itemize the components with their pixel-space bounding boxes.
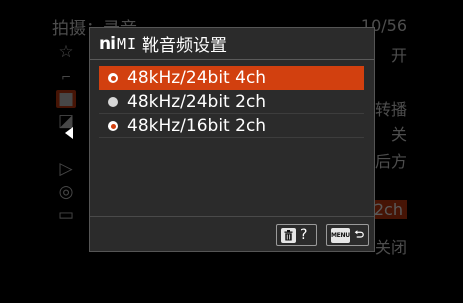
star-icon: ☆ [58,42,74,62]
bg-value-1: 开 [390,46,407,65]
radio-current-icon [108,121,118,131]
footer-divider [90,216,374,217]
radio-unchecked-icon [108,97,118,107]
option-label: 48kHz/16bit 2ch [127,115,267,136]
help-label: ? [300,227,308,243]
option-48khz-16bit-2ch[interactable]: 48kHz/16bit 2ch [99,114,364,138]
option-list: 48kHz/24bit 4ch 48kHz/24bit 2ch 48kHz/16… [99,66,364,138]
back-arrow-icon [354,230,364,238]
help-button[interactable]: ? [276,224,317,246]
divider [90,59,374,60]
mi-shoe-icon-mark: ni [99,33,116,54]
toolbox-icon: ▭ [57,205,75,225]
network-icon: ◎ [58,182,74,202]
bracket-icon: ⌐ [60,70,72,84]
dialog-header: ni MI 靴音频设置 [90,28,374,59]
shoe-audio-settings-dialog: ni MI 靴音频设置 48kHz/24bit 4ch 48kHz/24bit … [89,27,375,252]
option-48khz-24bit-4ch[interactable]: 48kHz/24bit 4ch [99,66,364,90]
option-48khz-24bit-2ch[interactable]: 48kHz/24bit 2ch [99,90,364,114]
option-label: 48kHz/24bit 4ch [127,68,267,88]
playback-icon: ▷ [59,159,73,179]
bg-value-5: 2ch [369,200,407,219]
option-label: 48kHz/24bit 2ch [127,91,267,112]
dialog-title: 靴音频设置 [142,36,227,56]
mi-shoe-icon: ni MI [99,34,137,54]
trash-icon [281,227,296,243]
radio-checked-icon [108,73,118,83]
bg-value-3: 关 [390,125,407,144]
mi-shoe-icon-sub: MI [116,34,137,53]
bg-value-2: 转播 [374,100,407,119]
bg-value-4: 后方 [374,152,407,171]
menu-back-button[interactable]: MENU [326,224,369,246]
bg-value-6: 关闭 [374,238,407,257]
left-arrow-icon [65,127,73,139]
movie-camera-icon: ■ [56,89,76,109]
menu-key-icon: MENU [331,227,350,243]
